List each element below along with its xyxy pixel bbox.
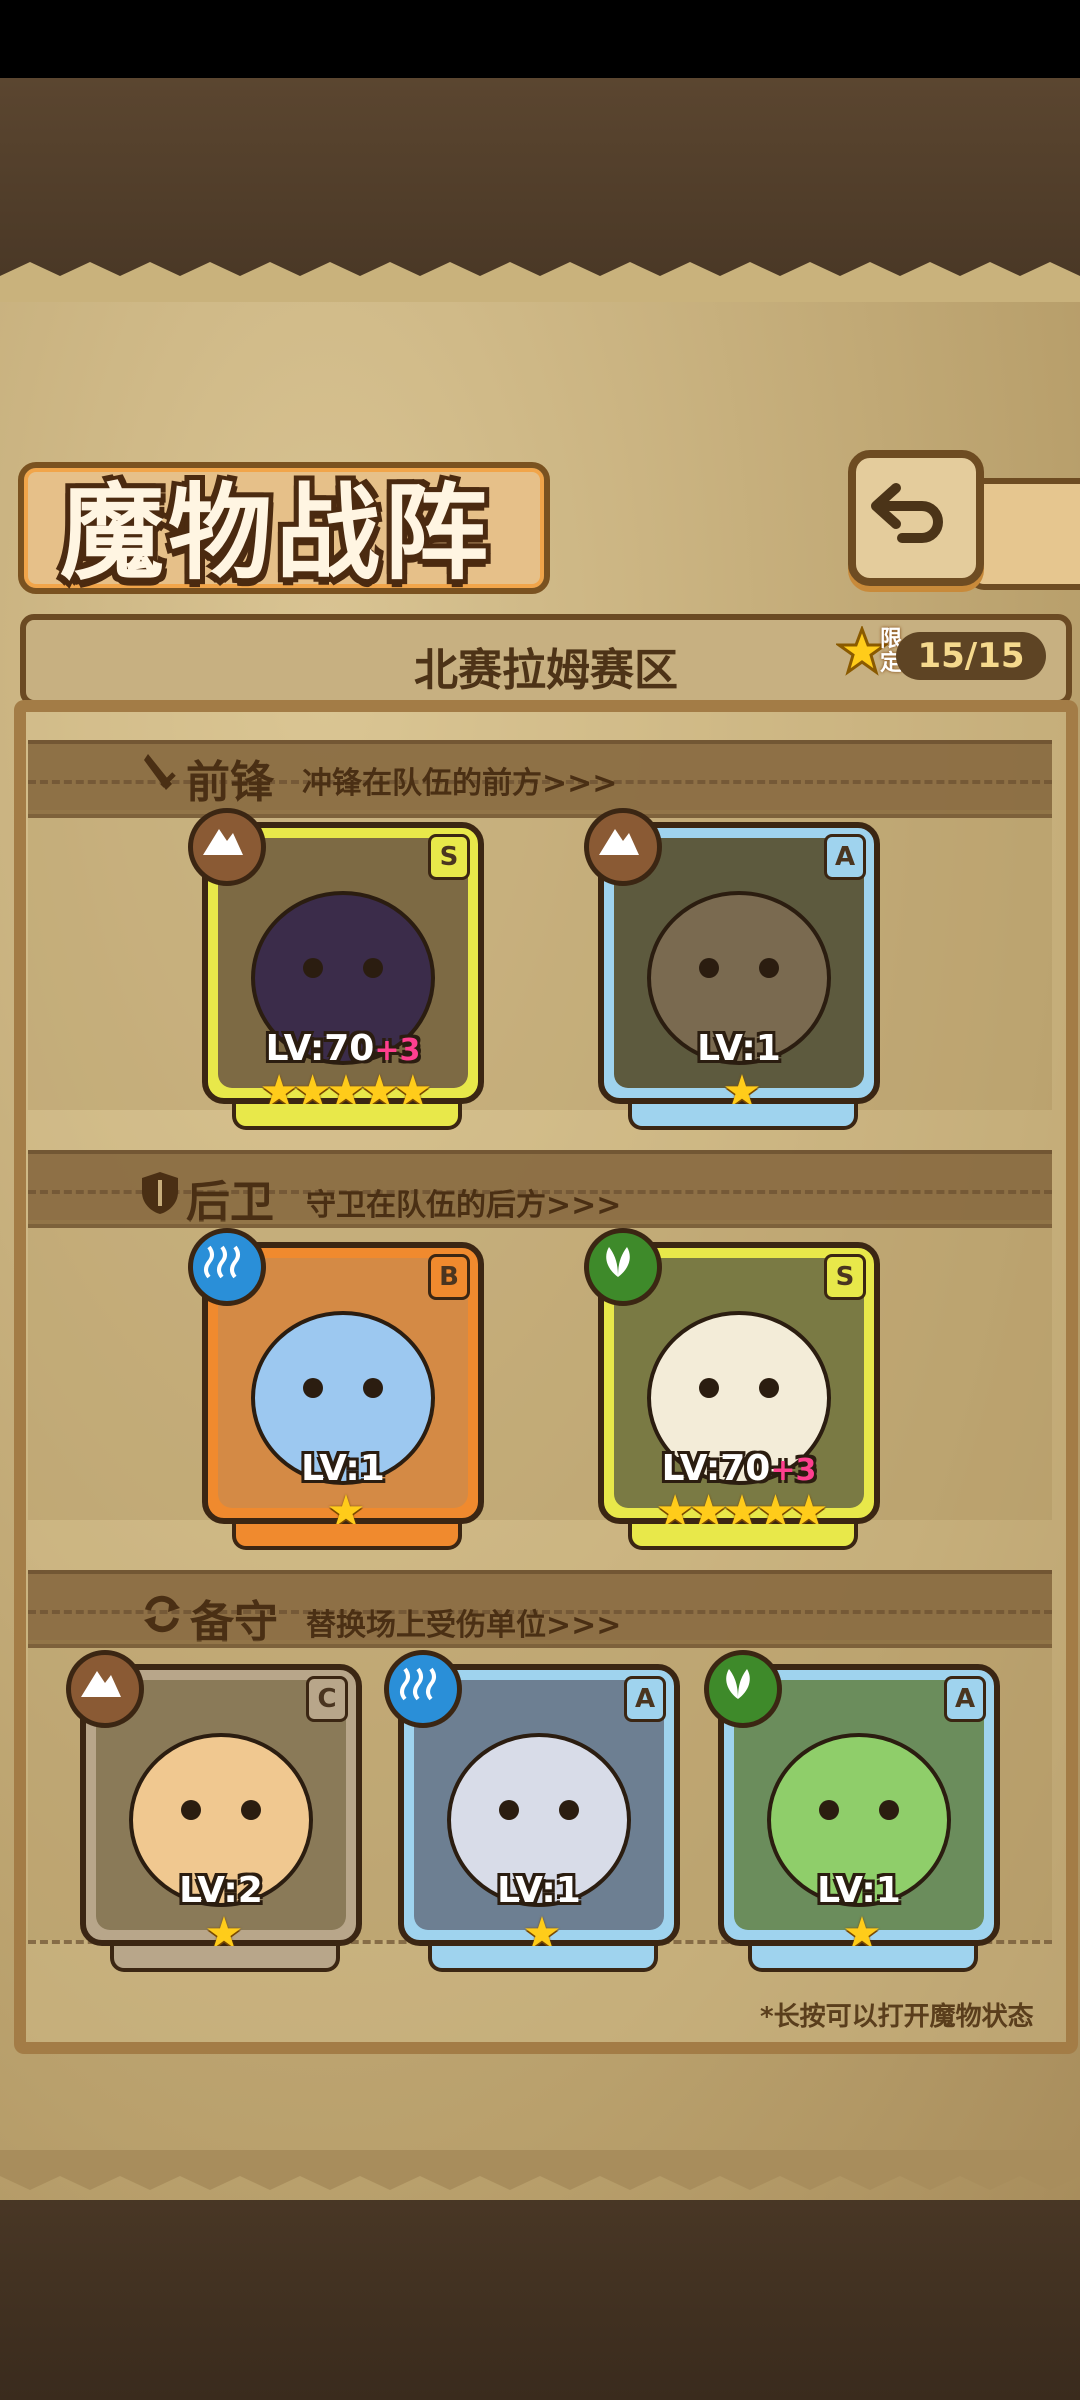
level-label: LV:70+3 [661,1448,817,1489]
card-base [628,1524,858,1550]
page-title: 魔物战阵 [60,471,493,594]
level-label: LV:70+3 [265,1028,421,1069]
grade-badge: S [824,1254,866,1300]
level-label: LV:1 [497,1870,581,1911]
row-band-front [28,810,1052,1110]
section-subtitle-back: 守卫在队伍的后方>>> [306,1188,622,1223]
grade-badge: C [306,1676,348,1722]
level-bonus: +3 [770,1453,817,1488]
section-title-front: 前锋 [186,757,274,808]
earth-icon [66,1650,144,1728]
level-label: LV:2 [179,1870,263,1911]
back-button-tab [968,478,1080,590]
level-label: LV:1 [817,1870,901,1911]
card-base [628,1104,858,1130]
level-label: LV:1 [697,1028,781,1069]
sword-icon [144,754,176,790]
card-base [428,1946,658,1972]
swap-icon [144,1595,180,1633]
card-base [232,1104,462,1130]
grade-badge: A [824,834,866,880]
limit-count: 15/15 [896,632,1046,680]
earth-icon [188,808,266,886]
leaf-icon [584,1228,662,1306]
zigzag-bottom-edge [0,2150,1080,2190]
shield-icon [142,1172,178,1214]
section-subtitle-reserve: 替换场上受伤单位>>> [306,1608,622,1643]
limit-counter: 限定 15/15 [836,624,1046,684]
card-base [232,1524,462,1550]
level-label: LV:1 [301,1448,385,1489]
water-icon [384,1650,462,1728]
earth-icon [584,808,662,886]
card-base [110,1946,340,1972]
return-arrow-icon [871,483,943,543]
grade-badge: A [944,1676,986,1722]
card-base [748,1946,978,1972]
water-icon [188,1228,266,1306]
status-bar [0,0,1080,78]
map-background-bottom [0,2180,1080,2400]
grade-badge: B [428,1254,470,1300]
long-press-hint: *长按可以打开魔物状态 [760,2002,1034,2032]
back-button[interactable] [848,450,984,586]
level-bonus: +3 [374,1033,421,1068]
grade-badge: S [428,834,470,880]
zigzag-top-edge [0,262,1080,302]
grade-badge: A [624,1676,666,1722]
row-band-back [28,1220,1052,1520]
section-subtitle-front: 冲锋在队伍的前方>>> [302,766,618,801]
leaf-icon [704,1650,782,1728]
map-background-top [0,78,1080,278]
